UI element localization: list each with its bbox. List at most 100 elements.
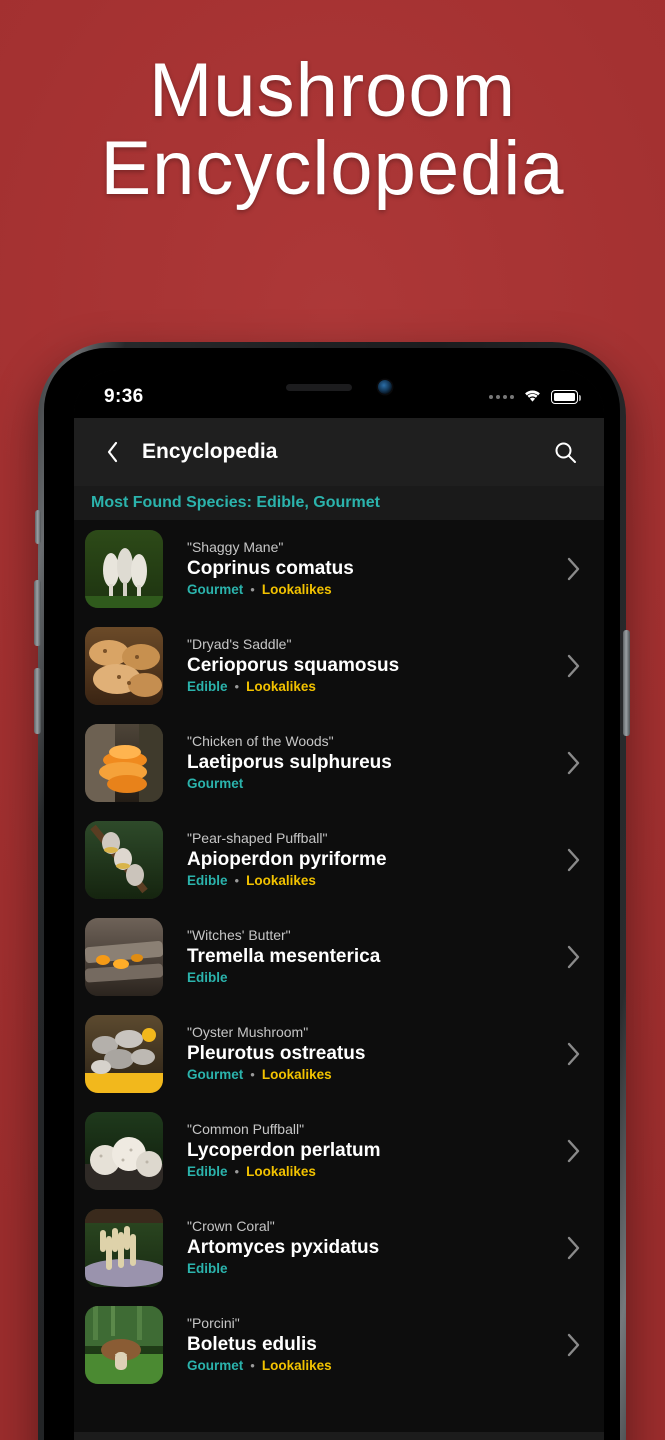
species-list-item[interactable]: "Shaggy Mane" Coprinus comatus Gourmet • Loo… [74, 520, 604, 617]
back-button[interactable] [90, 430, 134, 474]
species-common-name: "Crown Coral" [187, 1218, 275, 1234]
species-text-block: "Crown Coral" Artomyces pyxidatus Edible [163, 1217, 560, 1278]
phone-notch [228, 370, 450, 404]
tag-separator: • [234, 679, 240, 694]
species-text-block: "Pear-shaped Puffball" Apioperdon pyrifor… [163, 829, 560, 890]
species-scientific-name: Laetiporus sulphureus [187, 752, 392, 773]
species-tag: Edible [187, 873, 228, 888]
species-text-block: "Common Puffball" Lycoperdon perlatum Edib… [163, 1120, 560, 1181]
species-common-name: "Porcini" [187, 1315, 240, 1331]
species-thumbnail [85, 1305, 163, 1384]
species-list[interactable]: "Shaggy Mane" Coprinus comatus Gourmet • Loo… [74, 520, 604, 1440]
species-common-name: "Chicken of the Woods" [187, 733, 334, 749]
species-list-item[interactable]: "Oyster Mushroom" Pleurotus ostreatus Gour… [74, 1005, 604, 1102]
promo-headline: Mushroom Encyclopedia [0, 52, 665, 208]
species-tag-row: Edible [187, 969, 560, 987]
species-thumbnail [85, 626, 163, 705]
species-tag: Lookalikes [261, 1067, 332, 1082]
species-thumbnail [85, 917, 163, 996]
species-tag: Gourmet [187, 1067, 244, 1082]
species-tag: Lookalikes [246, 679, 316, 694]
species-list-item[interactable]: "Dryad's Saddle" Cerioporus squamosus Edib… [74, 617, 604, 714]
species-list-item[interactable]: "Crown Coral" Artomyces pyxidatus Edible [74, 1199, 604, 1296]
wifi-icon [522, 387, 543, 408]
species-list-item[interactable]: "Pear-shaped Puffball" Apioperdon pyrifor… [74, 811, 604, 908]
species-tag-row: Gourmet • Lookalikes [187, 1066, 560, 1084]
chevron-right-icon[interactable] [560, 555, 586, 583]
chevron-right-icon[interactable] [560, 1137, 586, 1165]
filter-heading-bar[interactable]: Most Found Species: Edible, Gourmet [74, 486, 604, 520]
chevron-right-icon[interactable] [560, 749, 586, 777]
species-thumbnail [85, 529, 163, 608]
species-thumbnail [85, 820, 163, 899]
species-tag: Lookalikes [246, 1164, 316, 1179]
chevron-right-icon[interactable] [560, 1234, 586, 1262]
species-common-name: "Common Puffball" [187, 1121, 305, 1137]
species-tag-row: Edible • Lookalikes [187, 678, 560, 696]
species-tag: Gourmet [187, 776, 244, 791]
phone-mute-switch[interactable] [35, 510, 41, 544]
species-scientific-name: Artomyces pyxidatus [187, 1237, 380, 1258]
chevron-right-icon[interactable] [560, 652, 586, 680]
chevron-right-icon[interactable] [560, 1331, 586, 1359]
species-common-name: "Shaggy Mane" [187, 539, 284, 555]
species-common-name: "Witches' Butter" [187, 927, 291, 943]
filter-heading-label: Most Found Species: Edible, Gourmet [91, 494, 380, 511]
species-list-item[interactable]: "Chicken of the Woods" Laetiporus sulphur… [74, 714, 604, 811]
species-text-block: "Chicken of the Woods" Laetiporus sulphur… [163, 732, 560, 793]
species-tag-row: Edible • Lookalikes [187, 1163, 560, 1181]
species-tag-row: Gourmet [187, 775, 560, 793]
phone-volume-down-button[interactable] [34, 668, 41, 734]
species-text-block: "Dryad's Saddle" Cerioporus squamosus Edib… [163, 635, 560, 696]
species-tag: Edible [187, 679, 228, 694]
status-indicators [489, 387, 581, 408]
species-scientific-name: Pleurotus ostreatus [187, 1043, 366, 1064]
phone-screen: 9:36 Encyclopedia Most Found Species: Ed… [74, 370, 604, 1440]
species-text-block: "Shaggy Mane" Coprinus comatus Gourmet • Loo… [163, 538, 560, 599]
species-thumbnail [85, 1111, 163, 1190]
species-scientific-name: Cerioporus squamosus [187, 655, 400, 676]
species-tag-row: Edible • Lookalikes [187, 872, 560, 890]
earpiece-speaker-icon [286, 383, 352, 391]
front-camera-icon [378, 380, 392, 394]
species-list-item[interactable]: "Porcini" Boletus edulis Gourmet • Lookalike… [74, 1296, 604, 1393]
tag-separator: • [250, 582, 255, 597]
signal-dots-icon [489, 395, 514, 399]
species-scientific-name: Apioperdon pyriforme [187, 849, 387, 870]
species-scientific-name: Coprinus comatus [187, 558, 354, 579]
species-tag: Lookalikes [261, 1358, 332, 1373]
species-thumbnail [85, 723, 163, 802]
species-text-block: "Witches' Butter" Tremella mesenterica Edi… [163, 926, 560, 987]
species-scientific-name: Lycoperdon perlatum [187, 1140, 381, 1161]
tag-separator: • [234, 873, 240, 888]
species-scientific-name: Tremella mesenterica [187, 946, 381, 967]
phone-volume-up-button[interactable] [34, 580, 41, 646]
species-tag: Lookalikes [261, 582, 332, 597]
tag-separator: • [250, 1067, 255, 1082]
species-common-name: "Pear-shaped Puffball" [187, 830, 328, 846]
bottom-action-bar: Filter [74, 1432, 604, 1440]
chevron-right-icon[interactable] [560, 943, 586, 971]
species-list-item[interactable]: "Witches' Butter" Tremella mesenterica Edi… [74, 908, 604, 1005]
species-tag-row: Gourmet • Lookalikes [187, 581, 560, 599]
phone-bezel: 9:36 Encyclopedia Most Found Species: Ed… [44, 348, 620, 1440]
phone-device-frame: 9:36 Encyclopedia Most Found Species: Ed… [34, 342, 630, 1440]
species-tag: Edible [187, 1164, 228, 1179]
promo-title-line-1: Mushroom [149, 48, 516, 133]
chevron-right-icon[interactable] [560, 846, 586, 874]
species-common-name: "Dryad's Saddle" [187, 636, 292, 652]
species-list-item[interactable]: "Common Puffball" Lycoperdon perlatum Edib… [74, 1102, 604, 1199]
phone-power-button[interactable] [623, 630, 630, 736]
species-common-name: "Oyster Mushroom" [187, 1024, 309, 1040]
battery-full-icon [551, 390, 581, 404]
chevron-right-icon[interactable] [560, 1040, 586, 1068]
tag-separator: • [250, 1358, 255, 1373]
search-icon[interactable] [546, 433, 584, 471]
species-text-block: "Oyster Mushroom" Pleurotus ostreatus Gour… [163, 1023, 560, 1084]
species-scientific-name: Boletus edulis [187, 1334, 317, 1355]
species-tag: Edible [187, 1261, 228, 1276]
species-tag-row: Gourmet • Lookalikes [187, 1357, 560, 1375]
species-tag: Edible [187, 970, 228, 985]
species-text-block: "Porcini" Boletus edulis Gourmet • Lookalike… [163, 1314, 560, 1375]
status-clock: 9:36 [104, 386, 144, 407]
